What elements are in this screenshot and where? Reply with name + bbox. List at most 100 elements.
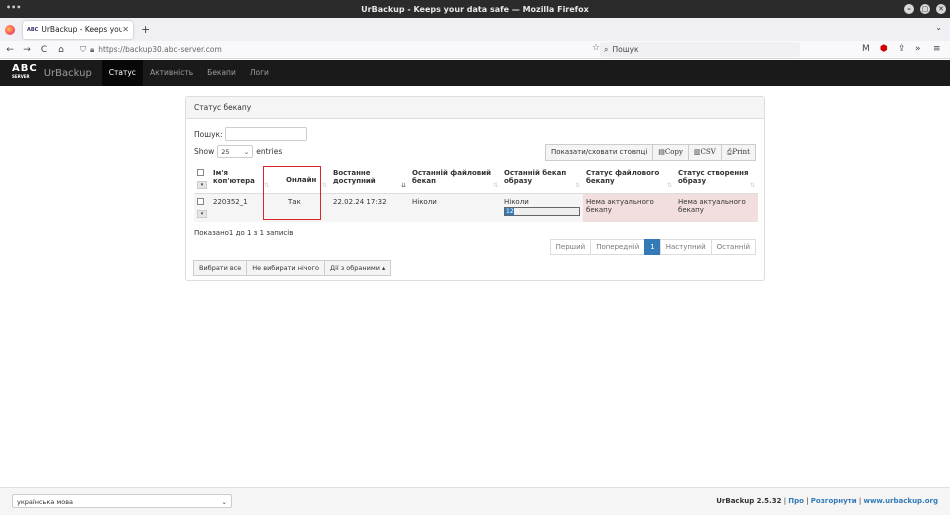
firefox-icon: [5, 24, 15, 35]
entries-label: entries: [256, 147, 283, 156]
more-tools-icon[interactable]: »: [915, 44, 921, 54]
bookmark-star-icon[interactable]: ☆: [592, 43, 600, 53]
sort-desc-icon: ⇊: [400, 182, 406, 189]
online-column-highlight: [263, 166, 321, 220]
image-backup-progress: 12%: [504, 207, 580, 216]
version-text: UrBackup 2.5.32: [716, 497, 782, 505]
table-export-buttons: Показати/сховати стовпці ▤Copy ▥CSV ⎙Pri…: [545, 144, 756, 161]
tab-bar: ABC UrBackup - Keeps your data safe ✕ + …: [0, 18, 950, 41]
footer: українська мова ⌄ UrBackup 2.5.32 | Про …: [0, 487, 950, 515]
footer-separator: |: [783, 497, 787, 505]
actions-dropdown-button[interactable]: Дії з обраними ▴: [324, 260, 392, 276]
search-bar[interactable]: ⌕ Пошук: [600, 42, 800, 57]
csv-icon: ▥: [693, 148, 701, 156]
chevron-down-icon: ⌄: [243, 148, 250, 156]
sort-icon: ⇅: [574, 182, 580, 189]
url-text[interactable]: https://backup30.abc-server.com: [98, 45, 222, 54]
show-label: Show: [194, 147, 215, 156]
copy-label: Copy: [664, 148, 683, 156]
ublock-extension-icon[interactable]: ⬢: [880, 44, 888, 54]
select-all-header: ▾: [194, 165, 210, 194]
col-last-seen[interactable]: Востанне доступний ⇊: [330, 165, 409, 194]
last-image-backup-text: Ніколи: [504, 198, 529, 206]
page-length-value: 25: [221, 148, 230, 156]
footer-separator: |: [806, 497, 809, 505]
minimize-icon[interactable]: –: [904, 4, 914, 14]
language-select[interactable]: українська мова ⌄: [12, 494, 232, 508]
row-menu-icon[interactable]: ▾: [197, 210, 207, 218]
chevron-down-icon: ⌄: [221, 498, 227, 506]
cell-image-backup-status: Нема актуального бекапу: [675, 193, 758, 222]
shield-icon[interactable]: ⛉: [80, 45, 86, 55]
page-last-button[interactable]: Останній: [710, 239, 756, 255]
nav-activity[interactable]: Активність: [143, 60, 200, 86]
app-menu-icon[interactable]: ≡: [933, 44, 941, 54]
browser-tab[interactable]: ABC UrBackup - Keeps your data safe ✕: [23, 20, 133, 39]
about-link[interactable]: Про: [788, 497, 804, 505]
close-tab-icon[interactable]: ✕: [122, 25, 129, 34]
col-image-backup-status[interactable]: Статус створення образу ⇅: [675, 165, 758, 194]
nav-status[interactable]: Статус: [101, 60, 143, 86]
reload-button[interactable]: C: [37, 45, 51, 55]
window-title: UrBackup - Keeps your data safe — Mozill…: [361, 4, 589, 14]
copy-button[interactable]: ▤Copy: [652, 144, 689, 161]
expand-link[interactable]: Розгорнути: [811, 497, 857, 505]
csv-label: CSV: [700, 148, 716, 156]
table-search-input[interactable]: [224, 127, 307, 141]
select-none-button[interactable]: Не вибирати нічого: [246, 260, 325, 276]
table-search: Пошук:: [194, 127, 307, 141]
forward-button[interactable]: →: [20, 45, 34, 55]
panel-heading: Статус бекапу: [186, 97, 764, 119]
table-info: Показано1 до 1 з 1 записів: [194, 229, 294, 237]
pagination: Перший Попередній 1 Наступний Останній: [549, 239, 756, 255]
page-first-button[interactable]: Перший: [549, 239, 592, 255]
url-bar[interactable]: ⛉ 🔒︎ https://backup30.abc-server.com ☆: [80, 42, 600, 57]
navigation-bar: ← → C ⌂ ⛉ 🔒︎ https://backup30.abc-server…: [0, 41, 950, 59]
page-1-button[interactable]: 1: [644, 239, 661, 255]
back-button[interactable]: ←: [3, 45, 17, 55]
page-previous-button[interactable]: Попередній: [590, 239, 646, 255]
col-last-image-backup[interactable]: Останній бекап образу ⇅: [501, 165, 583, 194]
cell-last-file-backup: Ніколи: [409, 193, 501, 222]
bulk-actions: Вибрати все Не вибирати нічого Дії з обр…: [193, 260, 392, 276]
print-label: Print: [732, 148, 750, 156]
brand-name[interactable]: UrBackup: [44, 68, 92, 79]
abc-server-logo[interactable]: ABC SERVER: [12, 64, 38, 81]
maximize-icon[interactable]: ▢: [920, 4, 930, 14]
app-header: ABC SERVER UrBackup Статус Активність Бе…: [0, 60, 950, 86]
gmail-extension-icon[interactable]: M: [862, 44, 870, 54]
share-extension-icon[interactable]: ⇪: [898, 44, 906, 54]
window-menu-icon[interactable]: •••: [6, 3, 21, 12]
lock-icon[interactable]: 🔒︎: [90, 45, 94, 55]
tab-list-icon[interactable]: ⌄: [935, 23, 942, 32]
progress-fill: 12%: [505, 208, 520, 215]
nav-backups[interactable]: Бекапи: [200, 60, 243, 86]
urbackup-favicon-icon: ABC: [27, 26, 39, 33]
footer-links: UrBackup 2.5.32 | Про | Розгорнути | www…: [716, 497, 938, 505]
page-length: Show 25 ⌄ entries: [194, 145, 282, 158]
csv-button[interactable]: ▥CSV: [687, 144, 722, 161]
nav-logs[interactable]: Логи: [243, 60, 276, 86]
row-checkbox[interactable]: [197, 198, 204, 205]
sort-icon: ⇅: [666, 182, 672, 189]
page-length-select[interactable]: 25 ⌄: [217, 145, 254, 158]
close-window-icon[interactable]: ✕: [936, 4, 946, 14]
select-all-button[interactable]: Вибрати все: [193, 260, 248, 276]
page-next-button[interactable]: Наступний: [659, 239, 712, 255]
new-tab-button[interactable]: +: [141, 23, 150, 36]
select-all-checkbox[interactable]: [197, 169, 204, 176]
sort-icon: ⇅: [321, 182, 327, 189]
sort-icon: ⇅: [749, 182, 755, 189]
window-titlebar: ••• UrBackup - Keeps your data safe — Mo…: [0, 0, 950, 18]
search-label: Пошук:: [194, 129, 223, 139]
col-file-backup-status[interactable]: Статус файлового бекапу ⇅: [583, 165, 675, 194]
row-select-cell: ▾: [194, 193, 210, 222]
copy-icon: ▤: [658, 148, 665, 156]
col-last-file-backup[interactable]: Останній файловий бекап ⇅: [409, 165, 501, 194]
tab-title: UrBackup - Keeps your data safe: [41, 25, 123, 34]
toggle-columns-button[interactable]: Показати/сховати стовпці: [545, 144, 654, 161]
urbackup-website-link[interactable]: www.urbackup.org: [863, 497, 938, 505]
home-button[interactable]: ⌂: [54, 45, 68, 55]
print-button[interactable]: ⎙Print: [720, 144, 756, 161]
select-menu-icon[interactable]: ▾: [197, 181, 207, 189]
